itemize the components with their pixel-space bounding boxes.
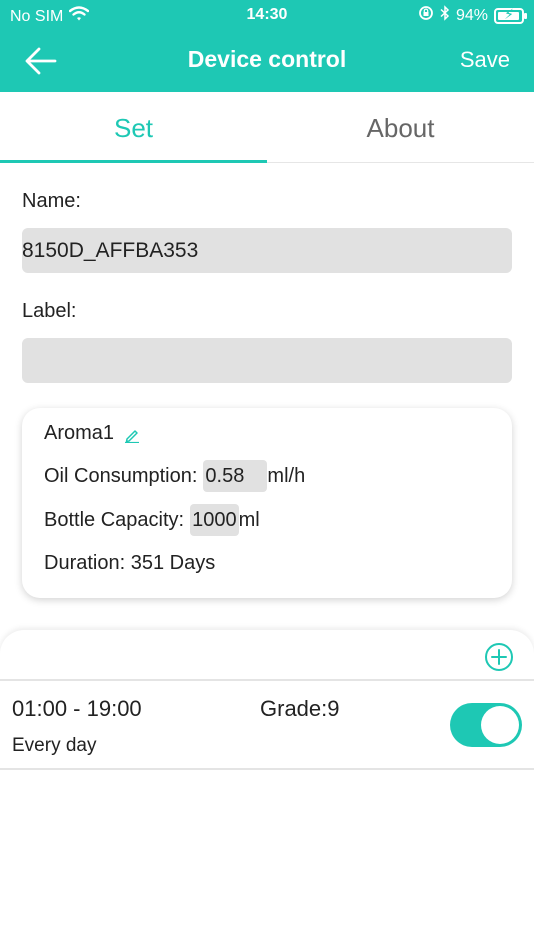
tab-about[interactable]: About: [267, 92, 534, 163]
schedule-row[interactable]: 01:00 - 19:00 Every day Grade:9: [0, 681, 534, 770]
bluetooth-icon: [440, 5, 450, 26]
battery-charging-icon: ⚡: [494, 5, 527, 24]
duration-text: Duration: 351 Days: [44, 552, 216, 574]
tab-set[interactable]: Set: [0, 92, 267, 163]
schedule-grade: Grade:9: [260, 696, 340, 721]
header: No SIM 14:30 94% ⚡ Device control Save: [0, 0, 534, 92]
rotation-lock-icon: [418, 5, 434, 26]
status-bar: No SIM 14:30 94% ⚡: [0, 0, 534, 30]
schedule-panel: 01:00 - 19:00 Every day Grade:9: [0, 630, 534, 950]
schedule-repeat: Every day: [12, 735, 97, 756]
oil-consumption-unit: ml/h: [267, 464, 306, 487]
bottle-capacity-label: Bottle Capacity:: [44, 508, 185, 531]
name-field[interactable]: 8150D_AFFBA353: [22, 228, 512, 273]
pencil-icon[interactable]: [124, 426, 140, 443]
oil-consumption-row: Oil Consumption: 0.58 ml/h: [44, 460, 305, 492]
bottle-capacity-unit: ml: [238, 508, 260, 531]
charging-bolt-icon: ⚡: [504, 5, 514, 22]
toggle-knob: [481, 706, 519, 744]
tab-bar: Set About: [0, 92, 534, 163]
oil-consumption-input[interactable]: 0.58: [203, 460, 268, 492]
add-schedule-button[interactable]: [484, 642, 514, 672]
schedule-time-range: 01:00 - 19:00: [12, 696, 142, 721]
page-title: Device control: [187, 46, 347, 72]
battery-percent: 94%: [455, 6, 488, 24]
oil-consumption-label: Oil Consumption:: [44, 464, 198, 487]
aroma-card: Aroma1 Oil Consumption: 0.58 ml/h Bottle…: [22, 408, 512, 598]
bottle-capacity-input[interactable]: 1000: [190, 504, 239, 536]
aroma-title: Aroma1: [44, 422, 115, 444]
save-button[interactable]: Save: [460, 47, 510, 73]
add-circle-icon: [485, 643, 513, 671]
label-field[interactable]: [22, 338, 512, 383]
name-label: Name:: [22, 190, 81, 212]
schedule-toggle[interactable]: [450, 703, 522, 747]
aroma-title-row: Aroma1: [44, 422, 140, 445]
nav-bar: Device control Save: [0, 30, 534, 92]
status-right: 94% ⚡: [418, 5, 527, 26]
duration-row: Duration: 351 Days: [44, 552, 215, 575]
label-label: Label:: [22, 300, 77, 322]
bottle-capacity-row: Bottle Capacity: 1000 ml: [44, 504, 260, 536]
